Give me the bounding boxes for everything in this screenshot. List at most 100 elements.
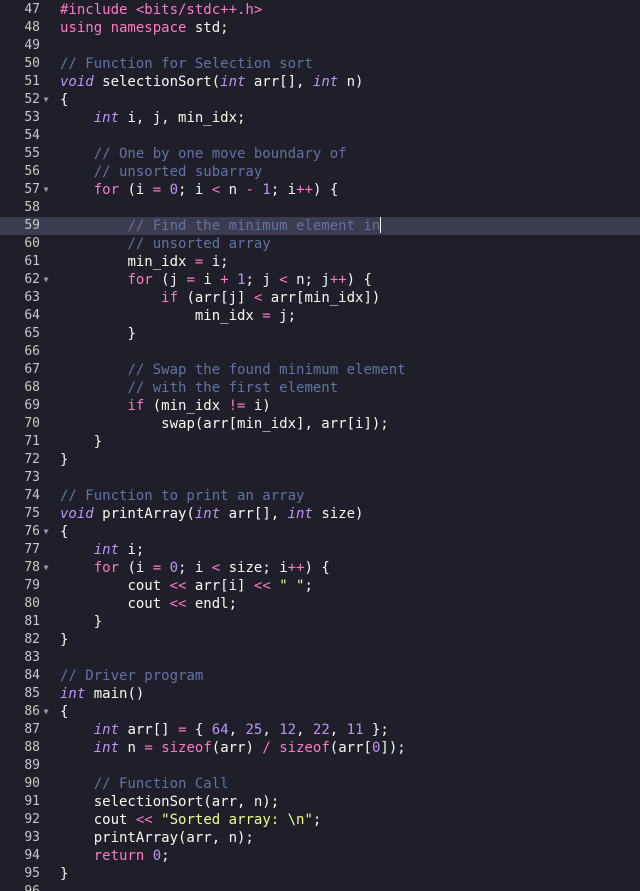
code-line[interactable]: 80 cout << endl; <box>0 595 640 613</box>
code-line[interactable]: 62 ▼ for (j = i + 1; j < n; j++) { <box>0 271 640 289</box>
code-token: for <box>93 182 120 198</box>
code-token: << <box>169 596 187 612</box>
code-line[interactable]: 57 ▼ for (i = 0; i < n - 1; i++) { <box>0 181 640 199</box>
code-line[interactable]: 76 ▼ { <box>0 523 640 541</box>
line-number: 53 <box>24 110 40 125</box>
code-line[interactable]: 64 min_idx = j; <box>0 307 640 325</box>
code-line[interactable]: 52 ▼ { <box>0 91 640 109</box>
code-token: main() <box>85 686 145 702</box>
code-line[interactable]: 75 void printArray(int arr[], int size) <box>0 505 640 523</box>
code-text: return 0; <box>60 847 170 865</box>
code-line[interactable]: 82} <box>0 631 640 649</box>
code-token: min_idx <box>127 254 195 270</box>
code-line[interactable]: 51 void selectionSort(int arr[], int n) <box>0 73 640 91</box>
code-token: arr[i] <box>186 578 254 594</box>
code-token: n <box>220 182 246 198</box>
code-line[interactable]: 94 return 0; <box>0 847 640 865</box>
fold-toggle-icon[interactable]: ▼ <box>42 271 50 289</box>
code-line[interactable]: 89 <box>0 757 640 775</box>
code-token: // with the first element <box>127 380 339 396</box>
code-line[interactable]: 87 int arr[] = { 64, 25, 12, 22, 11 }; <box>0 721 640 739</box>
code-token: 0 <box>169 560 179 576</box>
code-token: (min_idx <box>144 398 229 414</box>
code-line[interactable]: 49 <box>0 37 640 55</box>
code-line[interactable]: 71 } <box>0 433 640 451</box>
code-token: ++ <box>296 182 313 198</box>
code-line[interactable]: 67 // Swap the found minimum element <box>0 361 640 379</box>
line-number: 74 <box>24 488 40 503</box>
code-line[interactable]: 50 // Function for Selection sort <box>0 55 640 73</box>
code-line[interactable]: 65 } <box>0 325 640 343</box>
fold-toggle-icon[interactable]: ▼ <box>42 559 50 577</box>
code-line[interactable]: 93 printArray(arr, n); <box>0 829 640 847</box>
code-line[interactable]: 81 } <box>0 613 640 631</box>
code-line[interactable]: 85 int main() <box>0 685 640 703</box>
code-line[interactable]: 78 ▼ for (i = 0; i < size; i++) { <box>0 559 640 577</box>
line-number: 88 <box>24 740 40 755</box>
code-line[interactable]: 84 // Driver program <box>0 667 640 685</box>
fold-toggle-icon[interactable]: ▼ <box>42 523 50 541</box>
code-token: i; <box>203 254 229 270</box>
code-line[interactable]: 63 if (arr[j] < arr[min_idx]) <box>0 289 640 307</box>
code-text: min_idx = j; <box>60 307 296 325</box>
fold-toggle-icon[interactable]: ▼ <box>42 91 50 109</box>
code-text: cout << arr[i] << " "; <box>60 577 312 595</box>
code-token: = <box>144 740 153 756</box>
code-line[interactable]: 96 <box>0 883 640 891</box>
code-line[interactable]: 60 // unsorted array <box>0 235 640 253</box>
code-text: int n = sizeof(arr) / sizeof(arr[0]); <box>60 739 406 757</box>
code-line[interactable]: 56 // unsorted subarray <box>0 163 640 181</box>
code-line[interactable]: 92 cout << "Sorted array: \n"; <box>0 811 640 829</box>
code-editor[interactable]: 47 #include <bits/stdc++.h> 48 using namesp… <box>0 0 640 891</box>
line-number: 94 <box>24 848 40 863</box>
code-line[interactable]: 61 min_idx = i; <box>0 253 640 271</box>
code-token: // Find the minimum element in <box>127 218 381 234</box>
code-token: (arr[j] <box>178 290 254 306</box>
code-token: (i <box>119 182 153 198</box>
code-line[interactable]: 91 selectionSort(arr, n); <box>0 793 640 811</box>
code-line[interactable]: 74 // Function to print an array <box>0 487 640 505</box>
fold-toggle-icon[interactable]: ▼ <box>42 703 50 721</box>
code-token: if <box>127 398 145 414</box>
code-line[interactable]: 73 <box>0 469 640 487</box>
code-line[interactable]: 58 <box>0 199 640 217</box>
code-token: swap(arr[min_idx], arr[i]); <box>161 416 389 432</box>
code-token: } <box>60 452 69 468</box>
code-line[interactable]: 55 // One by one move boundary of <box>0 145 640 163</box>
code-line[interactable]: 68 // with the first element <box>0 379 640 397</box>
code-token: = <box>262 308 271 324</box>
code-line[interactable]: 69 if (min_idx != i) <box>0 397 640 415</box>
code-line[interactable]: 54 <box>0 127 640 145</box>
code-token: 11 <box>346 722 364 738</box>
code-text: // Function Call <box>60 775 229 793</box>
code-line[interactable]: 59 // Find the minimum element in <box>0 217 640 235</box>
code-token: cout <box>93 812 136 828</box>
fold-toggle-icon[interactable]: ▼ <box>42 181 50 199</box>
code-line[interactable]: 90 // Function Call <box>0 775 640 793</box>
code-text: printArray(arr, n); <box>60 829 254 847</box>
code-line[interactable]: 95} <box>0 865 640 883</box>
code-text: if (arr[j] < arr[min_idx]) <box>60 289 380 307</box>
code-token: // Function for Selection sort <box>60 56 313 72</box>
code-token: (j <box>152 272 187 288</box>
code-line[interactable]: 48 using namespace std; <box>0 19 640 37</box>
code-line[interactable]: 83 <box>0 649 640 667</box>
line-number: 63 <box>24 290 40 305</box>
code-token: = <box>152 560 162 576</box>
code-line[interactable]: 79 cout << arr[i] << " "; <box>0 577 640 595</box>
code-line[interactable]: 66 <box>0 343 640 361</box>
code-text: for (i = 0; i < size; i++) { <box>60 559 330 577</box>
code-line[interactable]: 70 swap(arr[min_idx], arr[i]); <box>0 415 640 433</box>
code-line[interactable]: 77 int i; <box>0 541 640 559</box>
code-line[interactable]: 88 int n = sizeof(arr) / sizeof(arr[0]); <box>0 739 640 757</box>
code-token: int <box>60 686 86 702</box>
code-line[interactable]: 86 ▼ { <box>0 703 640 721</box>
code-line[interactable]: 53 int i, j, min_idx; <box>0 109 640 127</box>
code-text: } <box>60 613 102 631</box>
code-line[interactable]: 72} <box>0 451 640 469</box>
code-line[interactable]: 47 #include <bits/stdc++.h> <box>0 1 640 19</box>
code-text: // Function to print an array <box>60 487 304 505</box>
